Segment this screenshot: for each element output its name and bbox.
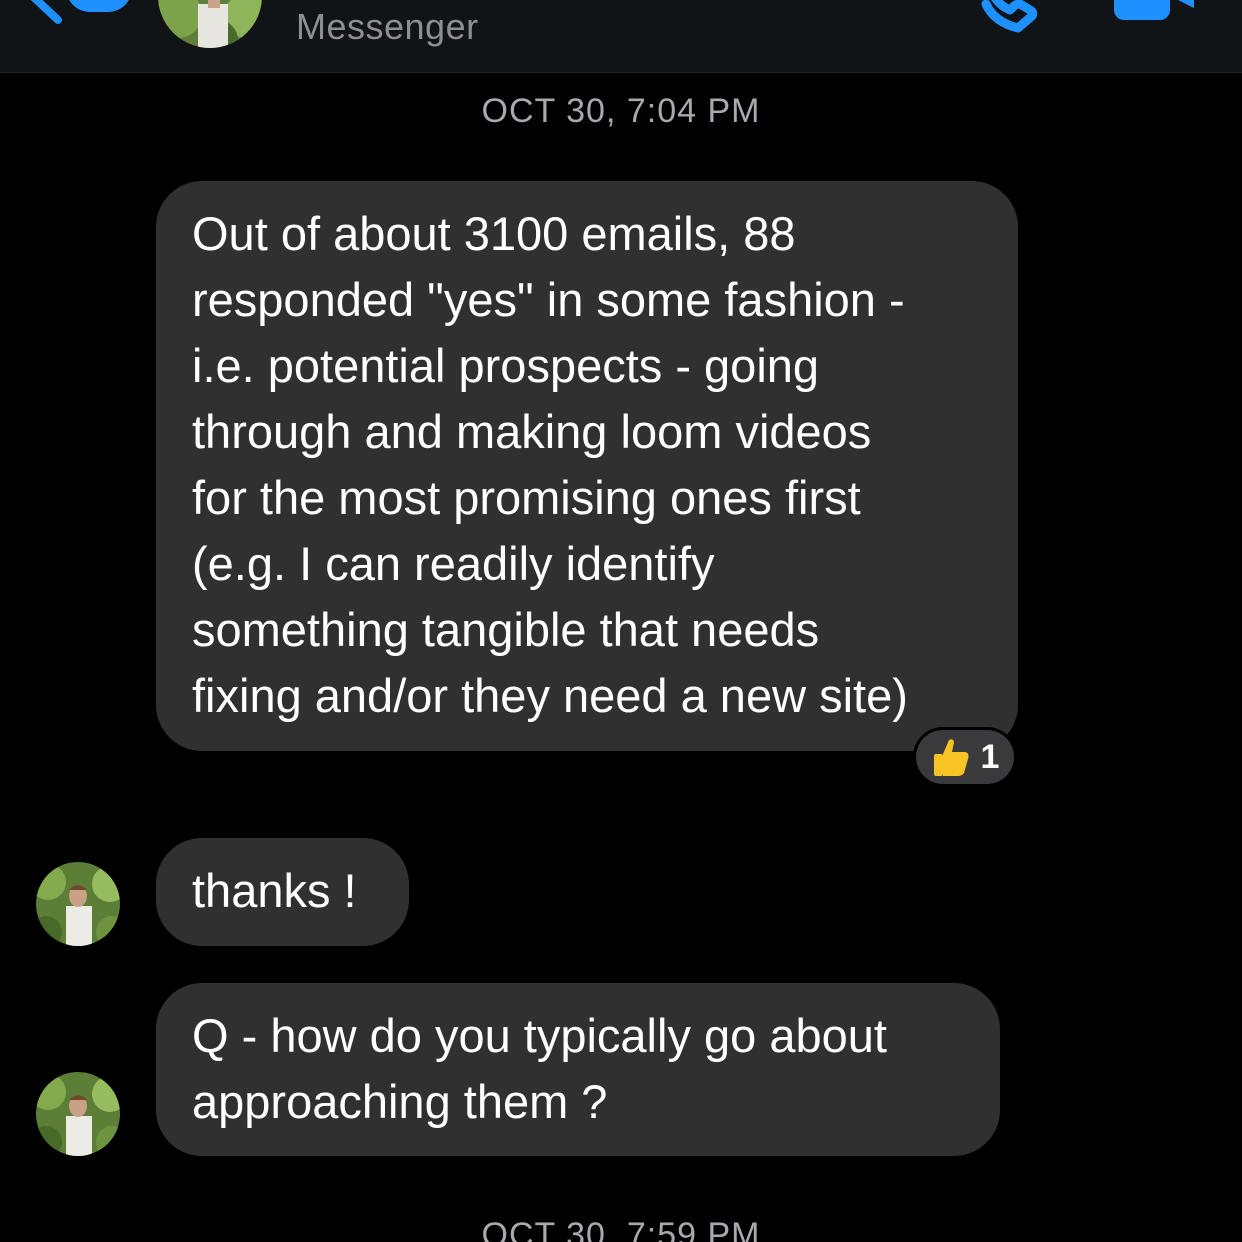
contact-photo <box>36 1072 120 1156</box>
phone-icon <box>981 0 1038 33</box>
header-subtitle: Messenger <box>296 6 479 47</box>
chevron-left-icon: 17 <box>30 0 129 24</box>
conversation-screen: 17 Messenger OCT 30, 7 <box>0 0 1242 1242</box>
conversation-header: 17 Messenger <box>0 0 1242 73</box>
message-bubble[interactable]: thanks ! <box>156 838 409 946</box>
back-button[interactable]: 17 <box>16 0 146 30</box>
video-call-button[interactable] <box>1110 0 1200 26</box>
contact-avatar[interactable] <box>36 862 120 946</box>
message-text: thanks ! <box>192 864 357 917</box>
message-bubble[interactable]: Out of about 3100 emails, 88 responded "… <box>156 181 1018 751</box>
header-avatar[interactable] <box>158 0 262 48</box>
video-camera-icon <box>1114 0 1194 20</box>
message-timestamp: OCT 30, 7:59 PM <box>481 1216 761 1242</box>
message-text: Q - how do you typically go about approa… <box>192 1009 887 1128</box>
message-text: Out of about 3100 emails, 88 responded "… <box>192 207 908 722</box>
contact-photo <box>158 0 262 48</box>
reaction-count: 1 <box>980 737 1000 776</box>
message-timestamp: OCT 30, 7:04 PM <box>481 92 761 130</box>
contact-photo <box>36 862 120 946</box>
message-bubble[interactable]: Q - how do you typically go about approa… <box>156 983 1000 1156</box>
contact-avatar[interactable] <box>36 1072 120 1156</box>
message-reaction[interactable]: 1 <box>913 727 1017 787</box>
call-button[interactable] <box>972 0 1052 34</box>
thumbs-up-icon <box>933 739 969 776</box>
